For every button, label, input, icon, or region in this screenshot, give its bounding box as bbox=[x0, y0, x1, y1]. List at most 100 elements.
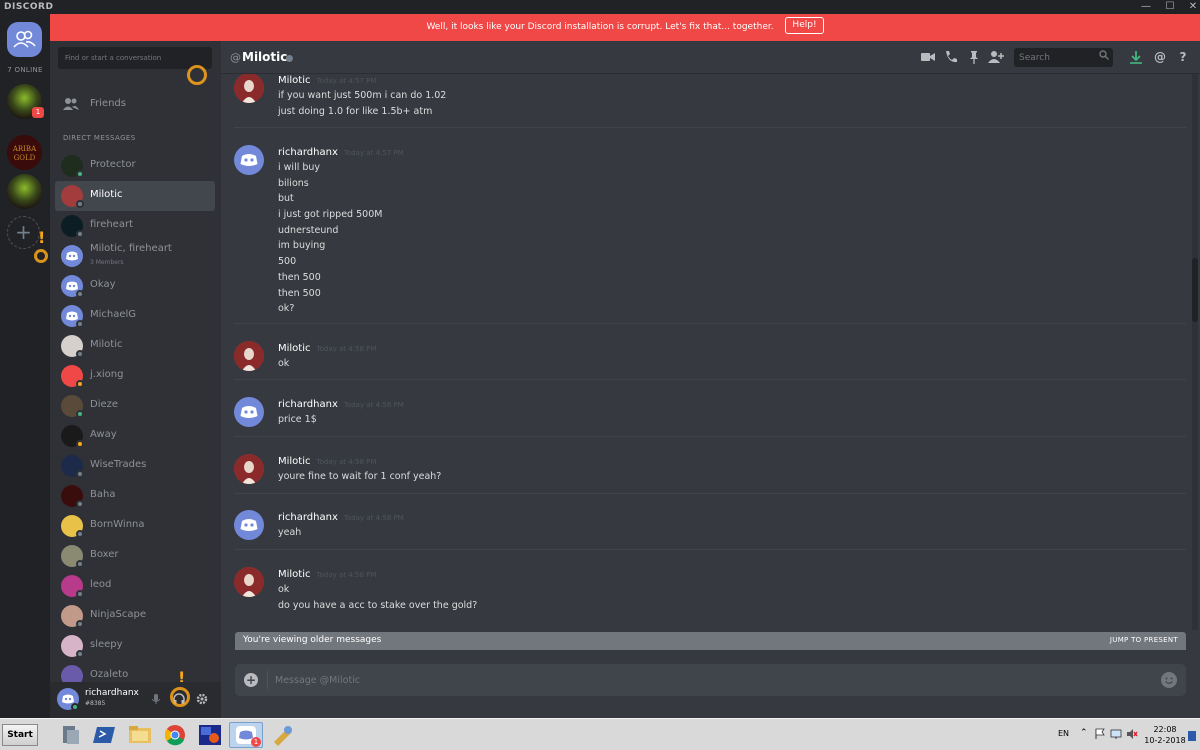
dm-item[interactable]: BornWinna bbox=[55, 511, 215, 541]
avatar[interactable] bbox=[234, 454, 264, 484]
dm-name: Away bbox=[90, 429, 117, 440]
settings-gear-icon[interactable] bbox=[195, 692, 209, 706]
avatar[interactable] bbox=[234, 145, 264, 175]
jump-to-present-button[interactable]: JUMP TO PRESENT bbox=[1110, 636, 1178, 644]
message-body: ok do you have a acc to stake over the go… bbox=[278, 582, 477, 613]
emoji-picker-icon[interactable] bbox=[1161, 672, 1177, 688]
help-button[interactable]: Help! bbox=[785, 17, 824, 34]
dm-item[interactable]: Milotic, fireheart 3 Members bbox=[55, 241, 215, 271]
message-author[interactable]: Milotic Today at 4:57 PM bbox=[278, 75, 376, 86]
avatar[interactable] bbox=[234, 341, 264, 371]
dm-item[interactable]: MichaelG bbox=[55, 301, 215, 331]
dm-item[interactable]: sleepy bbox=[55, 631, 215, 661]
minimize-button[interactable]: — bbox=[1133, 0, 1159, 14]
message-author[interactable]: richardhanx Today at 4:57 PM bbox=[278, 147, 404, 158]
close-button[interactable]: ✕ bbox=[1180, 0, 1200, 14]
tools-icon[interactable] bbox=[266, 722, 300, 748]
windows-taskbar: Start 1 EN ⌃ 22:08 10-2-2018 bbox=[0, 718, 1200, 750]
message-timestamp: Today at 4:58 PM bbox=[343, 514, 404, 522]
show-desktop-icon[interactable] bbox=[1188, 731, 1196, 741]
action-center-flag-icon[interactable] bbox=[1094, 728, 1106, 743]
status-dot bbox=[76, 620, 84, 628]
message-author[interactable]: Milotic Today at 4:58 PM bbox=[278, 343, 376, 354]
highlight-ring bbox=[34, 249, 48, 263]
search-box[interactable] bbox=[1014, 48, 1113, 67]
dm-item[interactable]: Milotic bbox=[55, 331, 215, 361]
find-conversation-input[interactable]: Find or start a conversation bbox=[58, 47, 212, 69]
mute-icon[interactable] bbox=[149, 692, 163, 706]
corrupt-install-banner: Well, it looks like your Discord install… bbox=[50, 14, 1200, 41]
dm-item[interactable]: fireheart bbox=[55, 211, 215, 241]
message-timestamp: Today at 4:58 PM bbox=[343, 401, 404, 409]
help-icon[interactable]: ? bbox=[1175, 49, 1191, 65]
status-dot bbox=[76, 650, 84, 658]
avatar[interactable] bbox=[234, 397, 264, 427]
language-indicator[interactable]: EN bbox=[1058, 729, 1069, 738]
message-author[interactable]: richardhanx Today at 4:58 PM bbox=[278, 399, 404, 410]
avatar[interactable] bbox=[234, 567, 264, 597]
dm-name: j.xiong bbox=[90, 369, 124, 380]
dm-item[interactable]: leod bbox=[55, 571, 215, 601]
message-author[interactable]: richardhanx Today at 4:58 PM bbox=[278, 512, 404, 523]
upload-plus-icon[interactable]: + bbox=[244, 673, 258, 687]
friends-nav[interactable]: Friends bbox=[55, 91, 215, 117]
volume-muted-icon[interactable] bbox=[1126, 728, 1138, 743]
dm-name: WiseTrades bbox=[90, 459, 147, 470]
friends-icon bbox=[63, 98, 79, 110]
dm-item[interactable]: Dieze bbox=[55, 391, 215, 421]
dm-item[interactable]: Protector bbox=[55, 151, 215, 181]
direct-messages-header: DIRECT MESSAGES bbox=[63, 134, 136, 142]
dm-item[interactable]: Milotic bbox=[55, 181, 215, 211]
message-author[interactable]: Milotic Today at 4:58 PM bbox=[278, 456, 376, 467]
search-input[interactable] bbox=[1014, 48, 1094, 67]
powershell-icon[interactable] bbox=[88, 722, 122, 748]
status-dot bbox=[76, 410, 84, 418]
add-server-button[interactable]: + bbox=[7, 216, 40, 249]
download-icon[interactable] bbox=[1128, 49, 1144, 65]
discord-taskbar-icon[interactable]: 1 bbox=[229, 722, 263, 748]
dm-name: BornWinna bbox=[90, 519, 145, 530]
dm-item[interactable]: Baha bbox=[55, 481, 215, 511]
scrollbar-thumb[interactable] bbox=[1192, 258, 1198, 322]
dm-name: Baha bbox=[90, 489, 116, 500]
mention-icon[interactable]: @ bbox=[1152, 49, 1168, 65]
avatar[interactable] bbox=[234, 74, 264, 103]
chrome-icon[interactable] bbox=[158, 722, 192, 748]
dm-item[interactable]: WiseTrades bbox=[55, 451, 215, 481]
dm-item[interactable]: NinjaScape bbox=[55, 601, 215, 631]
add-friend-icon[interactable] bbox=[988, 49, 1004, 65]
dm-name: leod bbox=[90, 579, 112, 590]
file-explorer-icon[interactable] bbox=[123, 722, 157, 748]
status-dot bbox=[76, 470, 84, 478]
pin-icon[interactable] bbox=[966, 49, 982, 65]
dm-name: NinjaScape bbox=[90, 609, 146, 620]
paint-app-icon[interactable] bbox=[193, 722, 227, 748]
message-input[interactable] bbox=[275, 671, 1135, 689]
message-line: ok bbox=[278, 358, 290, 369]
dm-item[interactable]: Boxer bbox=[55, 541, 215, 571]
tray-chevron-icon[interactable]: ⌃ bbox=[1080, 728, 1088, 738]
message-group: Milotic Today at 4:58 PM ok do you have a a… bbox=[234, 562, 1186, 626]
network-icon[interactable] bbox=[1110, 728, 1122, 743]
dm-item[interactable]: Okay bbox=[55, 271, 215, 301]
server-manager-icon[interactable] bbox=[54, 722, 88, 748]
banner-text: Well, it looks like your Discord install… bbox=[426, 22, 774, 32]
server-icon-2[interactable] bbox=[7, 174, 42, 209]
dm-name: Milotic, fireheart bbox=[90, 243, 172, 254]
status-dot bbox=[76, 500, 84, 508]
dm-item[interactable]: Away bbox=[55, 421, 215, 451]
avatar[interactable] bbox=[234, 510, 264, 540]
home-button[interactable] bbox=[7, 22, 42, 57]
highlight-ring bbox=[170, 687, 190, 707]
voice-call-icon[interactable] bbox=[943, 49, 959, 65]
unread-badge: 1 bbox=[32, 107, 44, 118]
server-icon-ariba-gold[interactable]: ARIBA GOLD bbox=[7, 135, 42, 170]
start-button[interactable]: Start bbox=[2, 724, 38, 746]
dm-item[interactable]: j.xiong bbox=[55, 361, 215, 391]
status-dot bbox=[76, 230, 84, 238]
message-group: Milotic Today at 4:57 PM if you want just … bbox=[234, 74, 1186, 128]
message-author[interactable]: Milotic Today at 4:58 PM bbox=[278, 569, 376, 580]
message-scrollbar[interactable] bbox=[1192, 74, 1198, 630]
system-clock[interactable]: 22:08 10-2-2018 bbox=[1142, 724, 1188, 746]
video-call-icon[interactable] bbox=[920, 49, 936, 65]
